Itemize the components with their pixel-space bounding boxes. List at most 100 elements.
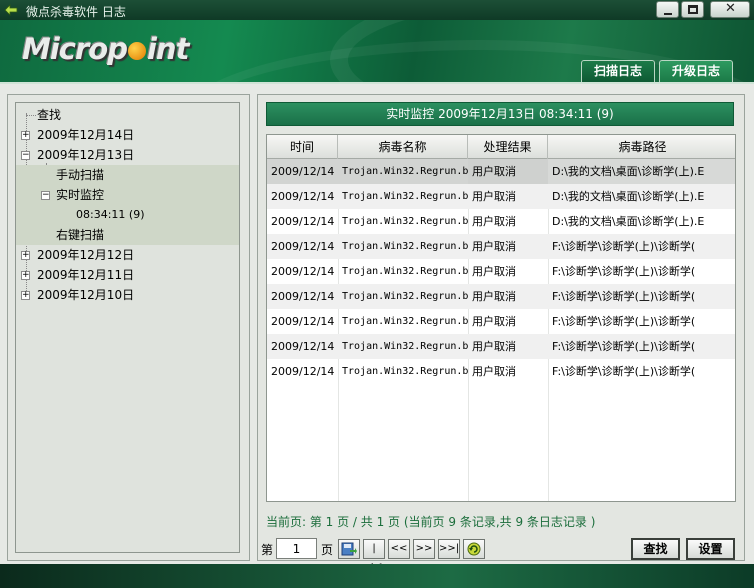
table-row[interactable]: 2009/12/14 Trojan.Win32.Regrun.b 用户取消 D:\我的… xyxy=(267,159,735,184)
expand-icon[interactable]: + xyxy=(21,271,30,280)
tree-item-label: 08:34:11 (9) xyxy=(76,208,145,221)
settings-button[interactable]: 设置 xyxy=(686,538,735,560)
table-row[interactable]: 2009/12/14 Trojan.Win32.Regrun.b 用户取消 F:\诊断… xyxy=(267,259,735,284)
cell-virus-name: Trojan.Win32.Regrun.b xyxy=(342,266,468,277)
cell-result: 用户取消 xyxy=(472,240,516,253)
title-bar: 微点杀毒软件 日志 ✕ xyxy=(0,0,754,20)
cell-result: 用户取消 xyxy=(472,265,516,278)
tree-item-context-scan[interactable]: 右键扫描 xyxy=(16,225,239,245)
cell-time: 2009/12/14 xyxy=(271,265,335,278)
window-title: 微点杀毒软件 日志 xyxy=(26,5,126,19)
cell-path: F:\诊断学\诊断学(上)\诊断学( xyxy=(552,265,696,278)
cell-result: 用户取消 xyxy=(472,365,516,378)
cell-result: 用户取消 xyxy=(472,190,516,203)
tree-item-label: 查找 xyxy=(37,108,62,122)
app-header: Microp int 扫描日志 升级日志 xyxy=(0,20,754,82)
refresh-button[interactable] xyxy=(463,539,485,559)
cell-virus-name: Trojan.Win32.Regrun.b xyxy=(342,366,468,377)
tree-item-date[interactable]: + 2009年12月11日 xyxy=(16,265,239,285)
page-status: 当前页: 第 1 页 / 共 1 页 (当前页 9 条记录,共 9 条日志记录 … xyxy=(266,515,596,529)
tab-scan-log[interactable]: 扫描日志 xyxy=(581,60,655,82)
cell-path: F:\诊断学\诊断学(上)\诊断学( xyxy=(552,240,696,253)
logo: Microp int xyxy=(22,32,189,66)
page-label-after: 页 xyxy=(321,543,334,557)
close-button[interactable]: ✕ xyxy=(710,1,750,18)
cell-virus-name: Trojan.Win32.Regrun.b xyxy=(342,216,468,227)
bottom-bar xyxy=(0,564,754,588)
cell-virus-name: Trojan.Win32.Regrun.b xyxy=(342,316,468,327)
tree-item-find[interactable]: 查找 xyxy=(16,105,239,125)
tree-item-session[interactable]: 08:34:11 (9) xyxy=(16,205,239,225)
cell-result: 用户取消 xyxy=(472,290,516,303)
close-icon: ✕ xyxy=(725,1,736,16)
table-row[interactable]: 2009/12/14 Trojan.Win32.Regrun.b 用户取消 F:\诊断… xyxy=(267,234,735,259)
page-number-input[interactable] xyxy=(276,538,317,559)
tree-item-label: 实时监控 xyxy=(56,188,105,202)
cell-time: 2009/12/14 xyxy=(271,240,335,253)
table-row[interactable]: 2009/12/14 Trojan.Win32.Regrun.b 用户取消 D:\我的… xyxy=(267,184,735,209)
table-row[interactable]: 2009/12/14 Trojan.Win32.Regrun.b 用户取消 F:\诊断… xyxy=(267,359,735,384)
cell-result: 用户取消 xyxy=(472,315,516,328)
tree-item-label: 2009年12月14日 xyxy=(37,128,135,142)
tree-panel: 查找 + 2009年12月14日 − 2009年12月13日 手动扫描 − 实时… xyxy=(7,94,250,561)
find-button[interactable]: 查找 xyxy=(631,538,680,560)
expand-icon[interactable]: + xyxy=(21,291,30,300)
expand-icon[interactable]: + xyxy=(21,131,30,140)
table-row[interactable]: 2009/12/14 Trojan.Win32.Regrun.b 用户取消 D:\我的… xyxy=(267,209,735,234)
tree-item-date[interactable]: − 2009年12月13日 xyxy=(16,145,239,165)
collapse-icon[interactable]: − xyxy=(41,191,50,200)
cell-time: 2009/12/14 xyxy=(271,340,335,353)
collapse-icon[interactable]: − xyxy=(21,151,30,160)
tree-item-label: 手动扫描 xyxy=(56,168,105,182)
table-header: 时间 病毒名称 处理结果 病毒路径 xyxy=(267,135,735,159)
expand-icon[interactable]: + xyxy=(21,251,30,260)
maximize-icon xyxy=(688,5,698,14)
cell-time: 2009/12/14 xyxy=(271,290,335,303)
log-tree: 查找 + 2009年12月14日 − 2009年12月13日 手动扫描 − 实时… xyxy=(15,102,240,553)
column-header-result[interactable]: 处理结果 xyxy=(468,135,548,159)
last-page-button[interactable]: >>| xyxy=(438,539,460,559)
page-label-before: 第 xyxy=(261,543,274,557)
column-header-path[interactable]: 病毒路径 xyxy=(548,135,735,159)
cell-virus-name: Trojan.Win32.Regrun.b xyxy=(342,291,468,302)
tree-item-date[interactable]: + 2009年12月14日 xyxy=(16,125,239,145)
log-table[interactable]: 时间 病毒名称 处理结果 病毒路径 2009/12/14 Trojan.Win32… xyxy=(266,134,736,502)
tree-item-label: 2009年12月11日 xyxy=(37,268,135,282)
tree-item-date[interactable]: + 2009年12月12日 xyxy=(16,245,239,265)
go-icon xyxy=(341,542,357,556)
table-row[interactable]: 2009/12/14 Trojan.Win32.Regrun.b 用户取消 F:\诊断… xyxy=(267,284,735,309)
refresh-icon xyxy=(467,542,481,556)
go-button[interactable] xyxy=(338,539,360,559)
tree-item-manual-scan[interactable]: 手动扫描 xyxy=(16,165,239,185)
cell-path: F:\诊断学\诊断学(上)\诊断学( xyxy=(552,365,696,378)
cell-result: 用户取消 xyxy=(472,340,516,353)
next-page-button[interactable]: >> xyxy=(413,539,435,559)
tree-item-date[interactable]: + 2009年12月10日 xyxy=(16,285,239,305)
tree-item-label: 2009年12月13日 xyxy=(37,148,135,162)
main-area: 查找 + 2009年12月14日 − 2009年12月13日 手动扫描 − 实时… xyxy=(0,82,754,572)
app-icon xyxy=(4,4,18,16)
cell-time: 2009/12/14 xyxy=(267,159,338,184)
cell-path: F:\诊断学\诊断学(上)\诊断学( xyxy=(552,290,696,303)
prev-page-button[interactable]: << xyxy=(388,539,410,559)
table-row[interactable]: 2009/12/14 Trojan.Win32.Regrun.b 用户取消 F:\诊断… xyxy=(267,309,735,334)
cell-path: F:\诊断学\诊断学(上)\诊断学( xyxy=(552,315,696,328)
minimize-button[interactable] xyxy=(656,1,679,18)
minimize-icon xyxy=(664,13,672,15)
cell-virus-name: Trojan.Win32.Regrun.b xyxy=(342,191,468,202)
cell-time: 2009/12/14 xyxy=(271,190,335,203)
cell-result: 用户取消 xyxy=(468,159,548,184)
cell-path: D:\我的文档\桌面\诊断学(上).E xyxy=(552,190,705,203)
first-page-button[interactable]: |<< xyxy=(363,539,385,572)
tree-item-realtime-monitor[interactable]: − 实时监控 xyxy=(16,185,239,205)
maximize-button[interactable] xyxy=(681,1,704,18)
cell-path: D:\我的文档\桌面\诊断学(上).E xyxy=(552,215,705,228)
cell-time: 2009/12/14 xyxy=(271,315,335,328)
table-row[interactable]: 2009/12/14 Trojan.Win32.Regrun.b 用户取消 F:\诊断… xyxy=(267,334,735,359)
tree-item-label: 2009年12月12日 xyxy=(37,248,135,262)
tab-upgrade-log[interactable]: 升级日志 xyxy=(659,60,733,82)
cell-time: 2009/12/14 xyxy=(271,365,335,378)
cell-virus-name: Trojan.Win32.Regrun.b xyxy=(338,159,468,184)
column-header-virus-name[interactable]: 病毒名称 xyxy=(338,135,468,159)
column-header-time[interactable]: 时间 xyxy=(267,135,338,159)
